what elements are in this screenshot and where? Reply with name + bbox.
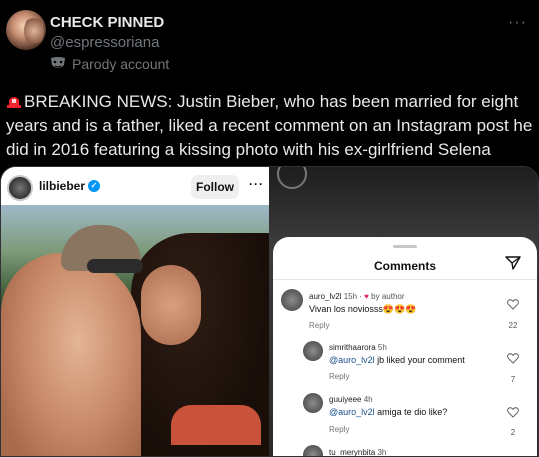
police-light-icon [7,97,21,108]
comment-mention: @auro_lv2l [329,355,375,365]
comment-avatar [303,393,323,413]
heart-icon [507,299,519,310]
comment-text: @auro_lv2l jb liked your comment [329,355,465,365]
comment-body: amiga te dio like? [374,407,448,417]
comment-avatar [281,289,303,311]
like-count: 22 [508,321,518,330]
comment-username: guuiyeee [329,395,362,404]
by-author-tag: by author [371,292,405,301]
heart-icon [507,407,519,418]
kissing-photo [1,205,269,456]
like-count: 7 [510,375,516,384]
avatar[interactable] [6,10,46,50]
follow-button: Follow [191,175,239,199]
instagram-post-screenshot: lilbieber ✓ Follow ··· [1,167,269,456]
comment-meta: auro_lv2l 15h · ♥ by author [309,292,405,301]
reply-button: Reply [309,321,330,330]
verified-badge-icon: ✓ [88,180,101,192]
instagram-comments-screenshot: Comments auro_lv2l 15h · ♥ by author Viv… [269,167,538,457]
heart-icon [507,353,519,364]
photo-sunglasses [87,259,143,273]
comments-title: Comments [373,259,436,273]
photo-person-right [141,265,201,345]
instagram-post-header: lilbieber ✓ Follow ··· [1,167,269,205]
post-header: CHECK PINNED @espressoriana Parody accou… [0,0,539,80]
tweet-media[interactable]: lilbieber ✓ Follow ··· Comments auro_lv2… [0,166,539,457]
comment-time: 15h [343,292,358,301]
photo-person-left [1,253,141,456]
comment-text: @auro_lv2l amiga te dio like? [329,407,447,417]
user-handle[interactable]: @espressoriana [50,34,159,51]
instagram-username-row: lilbieber ✓ [39,179,101,193]
instagram-username: lilbieber [39,179,86,193]
blurred-background-photo [269,167,538,247]
comment-time: 4h [363,395,373,404]
comment-time: 5h [377,343,387,352]
sheet-grabber [393,245,417,248]
comment-username: auro_lv2l [309,292,342,301]
author-heart-icon: ♥ [364,292,369,301]
sheet-divider [273,279,537,280]
reply-button: Reply [329,372,350,381]
photo-swimwear [171,405,261,445]
comments-sheet: Comments auro_lv2l 15h · ♥ by author Viv… [273,237,537,457]
comment-username: tu_merynbita [329,448,376,457]
send-icon [505,256,521,270]
like-count: 2 [510,428,516,437]
instagram-avatar [7,175,33,201]
display-name[interactable]: CHECK PINNED [50,14,164,31]
comment-avatar [303,445,323,456]
comment-text: Vivan los noviosss😍😍😍 [309,304,417,314]
comment-username: simrithaarora [329,343,376,352]
theater-mask-icon [51,57,65,68]
comment-time: 3h [377,448,387,457]
comment-meta: guuiyeee 4h [329,395,373,404]
parody-badge: Parody account [50,56,169,72]
comment-mention: @auro_lv2l [329,407,375,417]
comment-meta: tu_merynbita 3h [329,448,387,457]
comment-body: jb liked your comment [374,355,465,365]
comment-meta: simrithaarora 5h [329,343,387,352]
instagram-more-icon: ··· [249,177,264,191]
more-options-icon[interactable]: ··· [508,14,527,32]
reply-button: Reply [329,425,350,434]
parody-label: Parody account [72,56,170,72]
comment-avatar [303,341,323,361]
